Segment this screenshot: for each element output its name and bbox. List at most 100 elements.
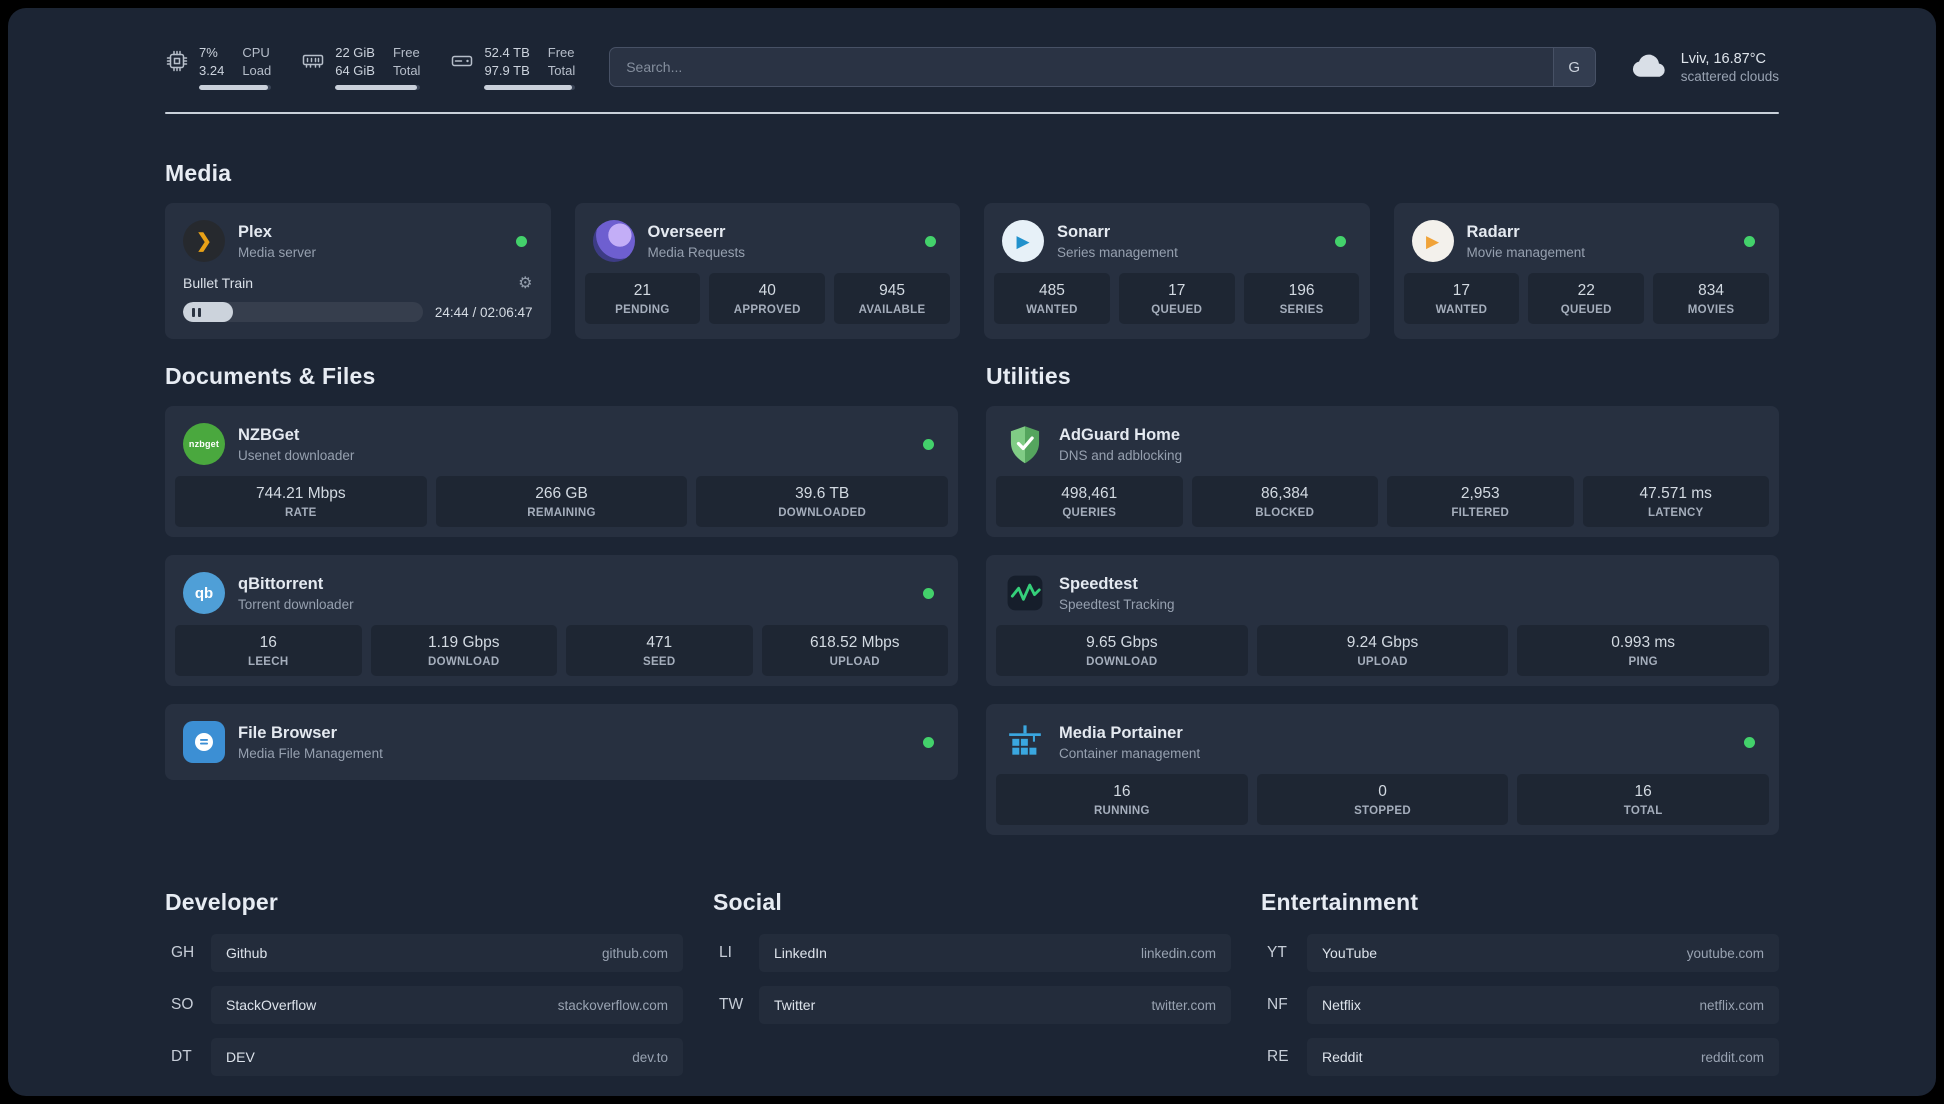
service-description: Usenet downloader	[238, 447, 355, 463]
section-title-social: Social	[713, 889, 782, 916]
stat-value: 86,384	[1261, 485, 1309, 503]
bookmark-group-social: Social LI LinkedIn linkedin.com TW Twitt…	[713, 889, 1231, 1090]
service-name: Overseerr	[647, 222, 726, 241]
stat-value: 471	[646, 634, 673, 652]
service-card-qbittorrent[interactable]: qb qBittorrent Torrent downloader 16 LEE…	[165, 555, 958, 687]
memory-usage-bar	[335, 85, 421, 91]
stat-label: LEECH	[248, 656, 289, 669]
memory-free-value: 22 GiB	[335, 45, 375, 60]
service-name: Media Portainer	[1059, 723, 1183, 742]
service-description: Speedtest Tracking	[1059, 596, 1175, 612]
sonarr-play-glyph: ▶	[1016, 231, 1030, 251]
bookmark-netflix[interactable]: NF Netflix netflix.com	[1261, 986, 1779, 1025]
stat-latency: 47.571 ms LATENCY	[1582, 476, 1769, 528]
stat-label: STOPPED	[1354, 805, 1411, 818]
filebrowser-icon	[183, 721, 225, 764]
section-title-entertainment: Entertainment	[1261, 889, 1419, 916]
bookmark-abbr: YT	[1267, 944, 1287, 962]
service-name: NZBGet	[238, 425, 300, 444]
radarr-play-glyph: ▶	[1425, 231, 1440, 251]
memory-free-label: Free	[392, 45, 420, 60]
stat-value: 17	[1168, 282, 1186, 300]
stat-label: FILTERED	[1451, 507, 1510, 520]
service-description: Media Requests	[647, 244, 746, 260]
now-playing-title: Bullet Train	[183, 275, 254, 292]
portainer-icon	[1004, 721, 1046, 763]
stat-value: 196	[1288, 282, 1315, 300]
bookmark-domain: netflix.com	[1699, 997, 1764, 1013]
bookmark-reddit[interactable]: RE Reddit reddit.com	[1261, 1038, 1779, 1077]
memory-icon	[301, 49, 325, 73]
bookmark-dev[interactable]: DT DEV dev.to	[165, 1038, 683, 1077]
service-card-speedtest[interactable]: Speedtest Speedtest Tracking 9.65 Gbps D…	[986, 555, 1779, 687]
service-name: Sonarr	[1057, 222, 1111, 241]
stat-value: 744.21 Mbps	[256, 485, 346, 503]
nzbget-icon: nzbget	[183, 423, 225, 466]
service-card-nzbget[interactable]: nzbget NZBGet Usenet downloader 744.21 M…	[165, 406, 958, 538]
bookmark-twitter[interactable]: TW Twitter twitter.com	[713, 986, 1231, 1025]
stat-value: 618.52 Mbps	[809, 634, 900, 652]
stat-label: DOWNLOAD	[1086, 656, 1158, 669]
stat-wanted: 485 WANTED	[994, 273, 1110, 325]
stat-value: 47.571 ms	[1639, 485, 1712, 503]
bookmark-youtube[interactable]: YT YouTube youtube.com	[1261, 934, 1779, 973]
stat-download: 1.19 Gbps DOWNLOAD	[370, 625, 557, 677]
stat-available: 945 AVAILABLE	[834, 273, 950, 325]
section-title-media: Media	[165, 160, 232, 187]
disk-usage-bar	[484, 85, 576, 91]
stat-queued: 22 QUEUED	[1528, 273, 1645, 325]
stat-total: 16 TOTAL	[1517, 774, 1770, 826]
stat-blocked: 86,384 BLOCKED	[1191, 476, 1378, 528]
bookmark-linkedin[interactable]: LI LinkedIn linkedin.com	[713, 934, 1231, 973]
bookmark-group-developer: Developer GH Github github.com SO StackO…	[165, 889, 683, 1090]
section-utilities: Utilities AdGuard Home DNS and adblockin…	[986, 363, 1779, 836]
bookmark-stackoverflow[interactable]: SO StackOverflow stackoverflow.com	[165, 986, 683, 1025]
memory-total-label: Total	[392, 63, 421, 79]
service-description: Torrent downloader	[238, 596, 354, 612]
cpu-load-label: Load	[242, 63, 272, 79]
stat-approved: 40 APPROVED	[709, 273, 826, 325]
nzbget-icon-text: nzbget	[188, 439, 220, 450]
service-card-radarr[interactable]: ▶ Radarr Movie management 17 WANTED 22 Q…	[1393, 203, 1779, 340]
stat-value: 16	[1113, 783, 1131, 801]
bookmark-github[interactable]: GH Github github.com	[165, 934, 683, 973]
stat-label: TOTAL	[1623, 805, 1663, 818]
stat-label: SEED	[642, 656, 676, 669]
search-input[interactable]	[610, 48, 1553, 87]
service-card-plex[interactable]: ❯ Plex Media server Bullet Train ⚙ 24:44…	[165, 203, 551, 340]
cpu-widget: 7% 3.24 CPU Load	[165, 44, 272, 91]
stat-label: REMAINING	[527, 507, 596, 520]
stat-label: PENDING	[615, 304, 670, 317]
stat-value: 16	[259, 634, 277, 652]
bookmark-name: Github	[226, 945, 268, 962]
stat-ping: 0.993 ms PING	[1517, 625, 1770, 677]
service-name: qBittorrent	[238, 574, 324, 593]
bookmark-name: Twitter	[774, 997, 816, 1014]
pause-button[interactable]	[192, 307, 201, 317]
memory-total-value: 64 GiB	[335, 63, 375, 79]
playback-progress-bar[interactable]	[183, 302, 423, 323]
gear-icon[interactable]: ⚙	[518, 273, 532, 293]
bookmark-domain: github.com	[601, 945, 668, 961]
speedtest-icon	[1004, 572, 1046, 614]
status-dot	[1744, 736, 1755, 748]
stat-value: 9.24 Gbps	[1346, 634, 1419, 652]
service-card-portainer[interactable]: Media Portainer Container management 16 …	[986, 704, 1779, 836]
stat-label: BLOCKED	[1255, 507, 1315, 520]
bookmark-name: Reddit	[1322, 1049, 1363, 1066]
service-card-filebrowser[interactable]: File Browser Media File Management	[165, 704, 958, 781]
service-card-overseerr[interactable]: Overseerr Media Requests 21 PENDING 40 A…	[574, 203, 960, 340]
search-provider-button[interactable]: G	[1552, 48, 1595, 87]
weather-widget[interactable]: Lviv, 16.87°C scattered clouds	[1630, 50, 1779, 85]
stat-pending: 21 PENDING	[584, 273, 701, 325]
status-dot	[1744, 235, 1755, 247]
service-card-adguard[interactable]: AdGuard Home DNS and adblocking 498,461 …	[986, 406, 1779, 538]
service-description: Media server	[238, 244, 317, 260]
bookmark-group-entertainment: Entertainment YT YouTube youtube.com NF …	[1261, 889, 1779, 1090]
service-description: Movie management	[1466, 244, 1586, 260]
service-card-sonarr[interactable]: ▶ Sonarr Series management 485 WANTED 17	[984, 203, 1370, 340]
stat-value: 21	[633, 282, 652, 300]
stat-value: 0.993 ms	[1611, 634, 1676, 652]
stat-upload: 618.52 Mbps UPLOAD	[761, 625, 948, 677]
stat-value: 2,953	[1460, 485, 1500, 503]
